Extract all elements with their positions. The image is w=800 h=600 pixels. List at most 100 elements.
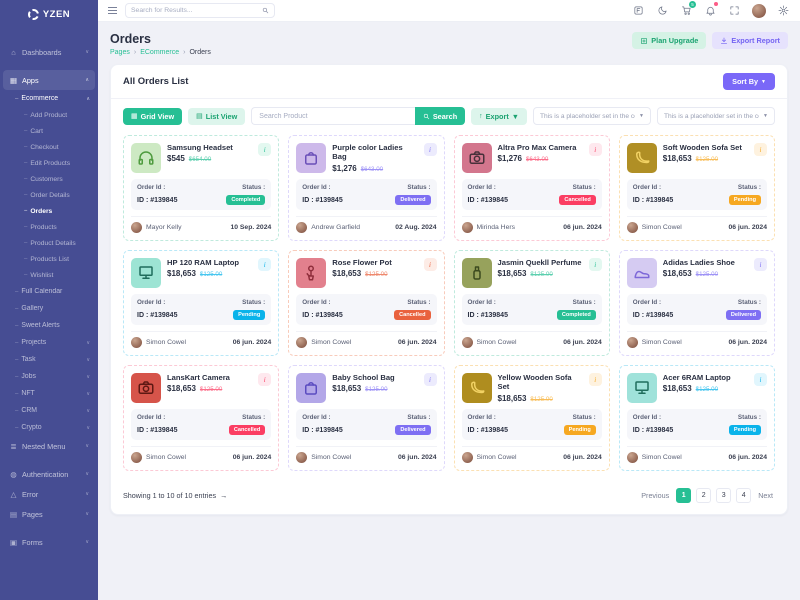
pagination-next[interactable]: Next <box>756 491 775 500</box>
sidebar-item-error[interactable]: △Error∨ <box>3 484 95 504</box>
info-button[interactable]: i <box>754 373 767 386</box>
sidebar-item-crypto[interactable]: –Crypto∨ <box>0 419 98 436</box>
sidebar-item-ecommerce[interactable]: –Ecommerce∧ <box>0 90 98 107</box>
info-button[interactable]: i <box>754 143 767 156</box>
export-button[interactable]: ↑ Export ▼ <box>471 108 527 125</box>
sidebar-item-products[interactable]: –Products <box>0 219 98 235</box>
order-info-box: Order Id : Status : ID : #139845 Pending <box>131 294 271 325</box>
info-button[interactable]: i <box>258 373 271 386</box>
sidebar-item-nested-menu[interactable]: ≣Nested Menu∨ <box>3 436 95 456</box>
product-search-input[interactable] <box>251 107 415 125</box>
info-button[interactable]: i <box>589 258 602 271</box>
info-button[interactable]: i <box>424 143 437 156</box>
sidebar-item-label: Dashboards <box>22 48 81 57</box>
sidebar-item-authentication[interactable]: ◍Authentication∨ <box>3 464 95 484</box>
order-date: 02 Aug. 2024 <box>395 224 436 231</box>
pagination-page-4[interactable]: 4 <box>736 488 751 503</box>
sidebar-item-wishlist[interactable]: –Wishlist <box>0 267 98 283</box>
sidebar-item-crm[interactable]: –CRM∨ <box>0 402 98 419</box>
status-label: Status : <box>738 414 761 421</box>
order-id-label: Order Id : <box>633 414 661 421</box>
alert-icon: △ <box>9 490 18 499</box>
expand-icon[interactable] <box>728 4 741 17</box>
sidebar-item-checkout[interactable]: –Checkout <box>0 139 98 155</box>
product-icon <box>474 267 480 279</box>
plan-upgrade-button[interactable]: Plan Upgrade <box>632 32 706 49</box>
language-icon[interactable] <box>632 4 645 17</box>
status-badge: Completed <box>226 195 265 205</box>
sidebar-item-projects[interactable]: –Projects∨ <box>0 334 98 351</box>
plan-icon <box>640 37 648 45</box>
order-date: 06 jun. 2024 <box>398 454 437 461</box>
product-price: $18,653 <box>498 269 527 278</box>
info-button[interactable]: i <box>424 258 437 271</box>
sidebar-item-cart[interactable]: –Cart <box>0 123 98 139</box>
order-info-box: Order Id : Status : ID : #139845 Cancell… <box>462 179 602 210</box>
pagination-previous[interactable]: Previous <box>639 491 671 500</box>
orders-panel: All Orders List Sort By▼ ▦ Grid View ▤ L… <box>110 64 788 515</box>
info-button[interactable]: i <box>258 258 271 271</box>
global-search-input[interactable] <box>131 7 258 14</box>
lock-icon: ◍ <box>9 470 18 479</box>
info-button[interactable]: i <box>754 258 767 271</box>
status-label: Status : <box>738 184 761 191</box>
status-badge: Pending <box>233 310 265 320</box>
sidebar-item-jobs[interactable]: –Jobs∨ <box>0 368 98 385</box>
sidebar-item-full-calendar[interactable]: –Full Calendar <box>0 283 98 300</box>
search-button[interactable]: Search <box>415 107 465 125</box>
sidebar-item-edit-products[interactable]: –Edit Products <box>0 155 98 171</box>
sidebar-item-label: Wishlist <box>30 272 53 279</box>
customer-avatar <box>627 222 638 233</box>
app-logo[interactable]: YZEN <box>0 0 98 28</box>
product-icon <box>471 382 483 392</box>
sidebar-item-add-product[interactable]: –Add Product <box>0 107 98 123</box>
user-avatar[interactable] <box>752 4 766 18</box>
order-date: 06 jun. 2024 <box>563 454 602 461</box>
sidebar-item-dashboards[interactable]: ⌂Dashboards∨ <box>3 42 95 62</box>
cart-icon[interactable]: 5 <box>680 4 693 17</box>
sidebar-item-orders[interactable]: –Orders <box>0 203 98 219</box>
sort-by-button[interactable]: Sort By▼ <box>723 73 775 90</box>
product-name: Rose Flower Pot <box>332 258 417 267</box>
sidebar-item-label: Sweet Alerts <box>21 322 90 329</box>
chevron-down-icon: ∨ <box>85 49 89 55</box>
pagination-page-3[interactable]: 3 <box>716 488 731 503</box>
grid-view-button[interactable]: ▦ Grid View <box>123 108 182 125</box>
sidebar-item-sweet-alerts[interactable]: –Sweet Alerts <box>0 317 98 334</box>
sidebar-item-products-list[interactable]: –Products List <box>0 251 98 267</box>
product-price: $18,653 <box>167 269 196 278</box>
sidebar-item-product-details[interactable]: –Product Details <box>0 235 98 251</box>
chevron-down-icon: ∨ <box>86 425 90 431</box>
sidebar-item-forms[interactable]: ▣Forms∨ <box>3 532 95 552</box>
search-icon[interactable] <box>262 7 269 14</box>
pagination-page-2[interactable]: 2 <box>696 488 711 503</box>
sidebar-item-task[interactable]: –Task∨ <box>0 351 98 368</box>
dash-icon: – <box>24 112 27 118</box>
bell-icon[interactable] <box>704 4 717 17</box>
customer-name: Simon Cowel <box>146 339 229 346</box>
info-button[interactable]: i <box>589 373 602 386</box>
breadcrumb-ecommerce[interactable]: ECommerce <box>140 49 179 56</box>
info-button[interactable]: i <box>258 143 271 156</box>
info-button[interactable]: i <box>424 373 437 386</box>
chevron-down-icon: ∨ <box>86 340 90 346</box>
info-button[interactable]: i <box>589 143 602 156</box>
filter-select-2[interactable]: This is a placeholder set in the config … <box>657 107 775 125</box>
gear-icon[interactable] <box>777 4 790 17</box>
sidebar-item-customers[interactable]: –Customers <box>0 171 98 187</box>
sidebar-item-order-details[interactable]: –Order Details <box>0 187 98 203</box>
sidebar-item-apps[interactable]: ▦Apps∧ <box>3 70 95 90</box>
sidebar-item-nft[interactable]: –NFT∨ <box>0 385 98 402</box>
filter-select-1[interactable]: This is a placeholder set in the config … <box>533 107 651 125</box>
dark-mode-moon-icon[interactable] <box>656 4 669 17</box>
sidebar-item-gallery[interactable]: –Gallery <box>0 300 98 317</box>
list-view-button[interactable]: ▤ List View <box>188 108 245 125</box>
pagination-page-1[interactable]: 1 <box>676 488 691 503</box>
dash-icon: – <box>24 160 27 166</box>
menu-toggle-icon[interactable] <box>108 7 117 15</box>
customer-name: Simon Cowel <box>642 339 725 346</box>
export-report-button[interactable]: Export Report <box>712 32 788 49</box>
breadcrumb-pages[interactable]: Pages <box>110 49 130 56</box>
sidebar-item-pages[interactable]: ▤Pages∨ <box>3 504 95 524</box>
status-label: Status : <box>242 299 265 306</box>
